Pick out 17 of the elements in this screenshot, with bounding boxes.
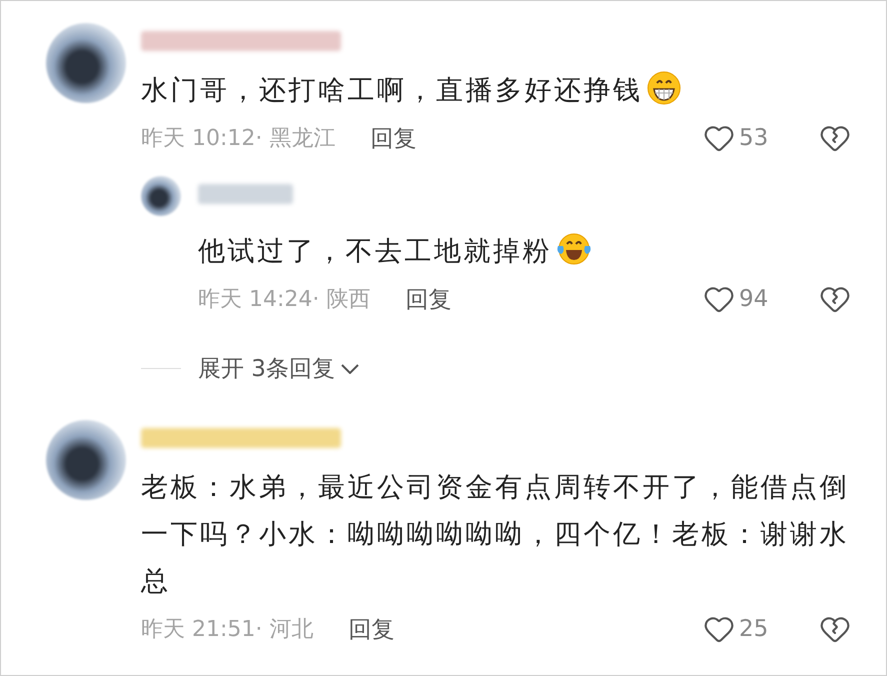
grinning-face-icon	[646, 71, 680, 105]
like-count: 94	[739, 286, 770, 312]
reply-link[interactable]: 回复	[370, 122, 416, 154]
reply-link[interactable]: 回复	[405, 284, 452, 314]
comment-meta: 昨天 21:51· 河北	[141, 616, 314, 644]
expand-replies-link[interactable]: 展开 3条回复	[198, 353, 359, 384]
chevron-down-icon	[340, 364, 359, 374]
comment-text: 他试过了，不去工地就掉粉	[198, 236, 552, 267]
like-count: 25	[739, 616, 770, 642]
comment-meta: 昨天 14:24· 陕西	[198, 286, 370, 314]
comment-text: 老板：水弟，最近公司资金有点周转不开了，能借点倒一下吗？小水：呦呦呦呦呦呦，四个亿！老板：谢谢水总	[141, 472, 849, 597]
avatar[interactable]	[141, 176, 181, 216]
like-count: 53	[739, 125, 770, 151]
comment-meta: 昨天 10:12· 黑龙江	[141, 125, 336, 153]
tears-of-joy-icon	[556, 232, 592, 266]
reply-link[interactable]: 回复	[348, 614, 394, 644]
comment-text: 水门哥，还打啥工啊，直播多好还挣钱	[141, 75, 642, 106]
